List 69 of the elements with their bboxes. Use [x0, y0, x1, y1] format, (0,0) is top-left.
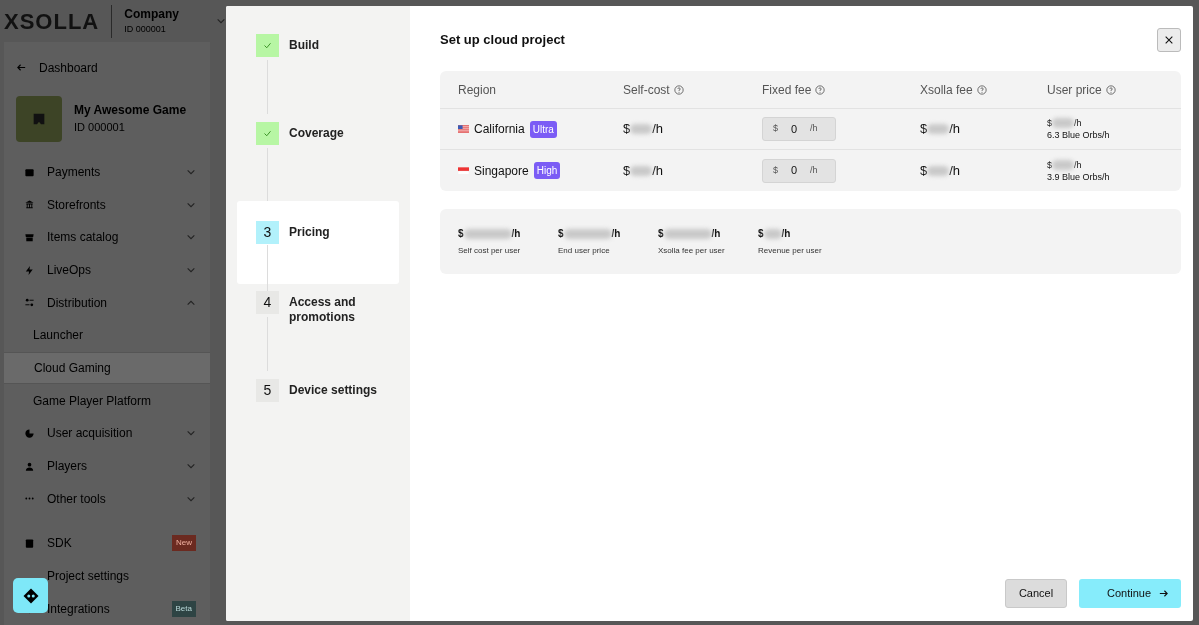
currency-sign: $	[458, 227, 464, 241]
step-label: Access and promotions	[289, 294, 357, 326]
cancel-button[interactable]: Cancel	[1005, 579, 1067, 608]
step-number: 4	[256, 291, 279, 314]
fixed-fee-field[interactable]: $ 0 /h	[762, 158, 836, 183]
currency-sign: $	[920, 120, 928, 139]
nav-item[interactable]: Items catalog	[4, 221, 210, 254]
orbs-price: 3.9 Blue Orbs/h	[1047, 170, 1111, 183]
nav-item[interactable]: Project settings	[4, 559, 210, 593]
back-link[interactable]: Dashboard	[4, 54, 210, 82]
tier-badge: High	[533, 162, 561, 179]
logo[interactable]: XSOLLA	[4, 4, 113, 38]
step-label: Pricing	[289, 224, 331, 241]
column-header: Fixed fee	[762, 81, 812, 99]
nav-badge: Beta	[171, 600, 196, 617]
currency-sign: $	[658, 227, 664, 241]
per-hour-unit: /h	[511, 227, 521, 241]
project-name: My Awesome Game	[74, 102, 187, 120]
step-number: 3	[256, 221, 279, 244]
nav-subitem[interactable]: Cloud Gaming	[4, 351, 210, 385]
nav-item[interactable]: LiveOps	[4, 253, 210, 287]
currency-sign: $	[558, 227, 564, 241]
continue-button[interactable]: Continue	[1079, 579, 1181, 608]
nav-item[interactable]: User acquisition	[4, 417, 210, 450]
column-header: User price	[1047, 81, 1102, 99]
per-hour-unit: /h	[781, 227, 791, 241]
nav-subitem[interactable]: Launcher	[4, 319, 210, 352]
step-label: Coverage	[289, 125, 345, 142]
per-hour-unit: /h	[949, 161, 961, 180]
column-header: Xsolla fee	[920, 81, 973, 99]
per-hour-unit: /h	[652, 161, 664, 180]
summary-label: End user price	[558, 245, 611, 257]
per-hour-unit: /h	[1074, 158, 1082, 171]
company-id: ID 000001	[124, 23, 167, 37]
step-label: Device settings	[289, 382, 379, 399]
nav-item[interactable]: Distribution	[4, 286, 210, 320]
per-hour-unit: /h	[949, 120, 961, 139]
nav-item[interactable]: Other tools	[4, 482, 210, 516]
per-hour-unit: /h	[611, 227, 621, 241]
dialog-title: Set up cloud project	[440, 31, 565, 50]
nav-item[interactable]: Storefronts	[4, 188, 210, 222]
fixed-fee-field[interactable]: $ 0 /h	[762, 117, 836, 141]
region-name: Singapore	[474, 162, 529, 180]
currency-sign: $	[623, 161, 631, 180]
column-header: Self-cost	[623, 81, 670, 99]
orbs-price: 6.3 Blue Orbs/h	[1047, 129, 1111, 141]
nav-item[interactable]: SDK New	[4, 527, 210, 560]
currency-sign: $	[920, 161, 928, 180]
per-hour-unit: /h	[1074, 117, 1082, 129]
per-hour-unit: /h	[711, 227, 721, 241]
summary-label: Self cost per user	[458, 245, 522, 257]
per-hour-unit: /h	[652, 120, 664, 139]
column-header: Region	[458, 81, 497, 99]
currency-sign: $	[1047, 117, 1052, 129]
tier-badge: Ultra	[529, 120, 557, 138]
nav-subitem[interactable]: Game Player Platform	[4, 384, 210, 418]
step-number: 5	[256, 379, 279, 402]
currency-sign: $	[758, 227, 764, 241]
region-name: California	[474, 121, 525, 138]
company-name: Company	[124, 6, 179, 24]
nav-badge: New	[172, 535, 196, 552]
currency-sign: $	[623, 120, 631, 139]
summary-label: Revenue per user	[758, 245, 823, 257]
nav-item[interactable]: Payments	[4, 155, 210, 189]
project-id: ID 000001	[74, 120, 126, 136]
nav-item[interactable]: Players	[4, 449, 210, 483]
summary-label: Xsolla fee per user	[658, 245, 726, 257]
currency-sign: $	[1047, 158, 1052, 171]
step-label: Build	[289, 37, 320, 54]
